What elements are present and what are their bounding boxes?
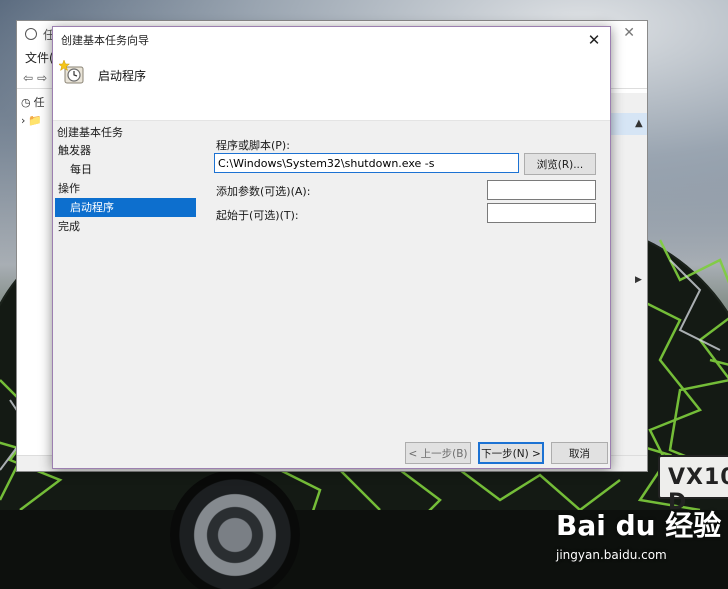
close-icon[interactable]: ✕ xyxy=(582,28,606,52)
forward-arrow-icon[interactable]: ⇨ xyxy=(37,71,47,85)
wizard-title: 创建基本任务向导 xyxy=(61,34,149,47)
nav-item-action[interactable]: 操作 xyxy=(55,179,196,198)
wizard-section-title: 创建基本任务 xyxy=(57,126,123,139)
nav-item-start-program[interactable]: 启动程序 xyxy=(55,198,196,217)
submenu-arrow-icon[interactable]: ▶ xyxy=(635,275,642,285)
tree-root-label: 任 xyxy=(33,96,45,109)
task-scheduler-tree: ◷ 任 › 📁 xyxy=(21,93,53,463)
start-in-label: 起始于(可选)(T): xyxy=(216,209,299,222)
add-arguments-input[interactable] xyxy=(487,180,596,200)
license-plate: VX10 D xyxy=(658,455,728,515)
add-arguments-label: 添加参数(可选)(A): xyxy=(216,185,311,198)
baidu-url: jingyan.baidu.com xyxy=(556,548,667,562)
nav-item-daily[interactable]: 每日 xyxy=(55,160,196,179)
wizard-titlebar: 创建基本任务向导 ✕ xyxy=(53,27,610,53)
nav-item-trigger[interactable]: 触发器 xyxy=(55,141,196,160)
back-arrow-icon[interactable]: ⇦ xyxy=(23,71,33,85)
wizard-body: 创建基本任务 触发器 每日 操作 启动程序 完成 程序或脚本(P): 浏览(R)… xyxy=(53,121,610,468)
program-script-input[interactable] xyxy=(214,153,519,173)
chevron-right-icon: › xyxy=(21,113,26,127)
task-clock-icon xyxy=(59,59,84,84)
wallpaper-wheel xyxy=(170,470,300,589)
next-button[interactable]: 下一步(N) > xyxy=(478,442,544,464)
clock-icon xyxy=(25,28,37,40)
clock-icon: ◷ xyxy=(21,95,31,109)
wizard-step-title: 启动程序 xyxy=(98,69,147,83)
program-label: 程序或脚本(P): xyxy=(216,139,290,152)
actions-pane-header[interactable]: ▲ xyxy=(609,113,647,135)
create-basic-task-wizard: 创建基本任务向导 ✕ 启动程序 创建基本任务 触发器 每日 操作 启动程序 完成… xyxy=(52,26,611,469)
baidu-logo-text: Bai du 经验 xyxy=(556,509,722,542)
actions-pane: ▲ ▶ xyxy=(609,93,647,463)
nav-item-finish[interactable]: 完成 xyxy=(55,217,196,236)
tree-root-item[interactable]: ◷ 任 xyxy=(21,93,52,111)
wizard-step-nav: 触发器 每日 操作 启动程序 完成 xyxy=(55,141,196,236)
start-in-input[interactable] xyxy=(487,203,596,223)
folder-icon: 📁 xyxy=(28,113,43,127)
task-scheduler-close-button[interactable]: ✕ xyxy=(623,25,635,41)
baidu-watermark: Bai du 经验 jingyan.baidu.com xyxy=(556,509,726,563)
tree-library-item[interactable]: › 📁 xyxy=(21,111,52,129)
back-button[interactable]: < 上一步(B) xyxy=(405,442,471,464)
wizard-header: 启动程序 xyxy=(53,53,610,121)
cancel-button[interactable]: 取消 xyxy=(551,442,608,464)
browse-button[interactable]: 浏览(R)... xyxy=(524,153,596,175)
